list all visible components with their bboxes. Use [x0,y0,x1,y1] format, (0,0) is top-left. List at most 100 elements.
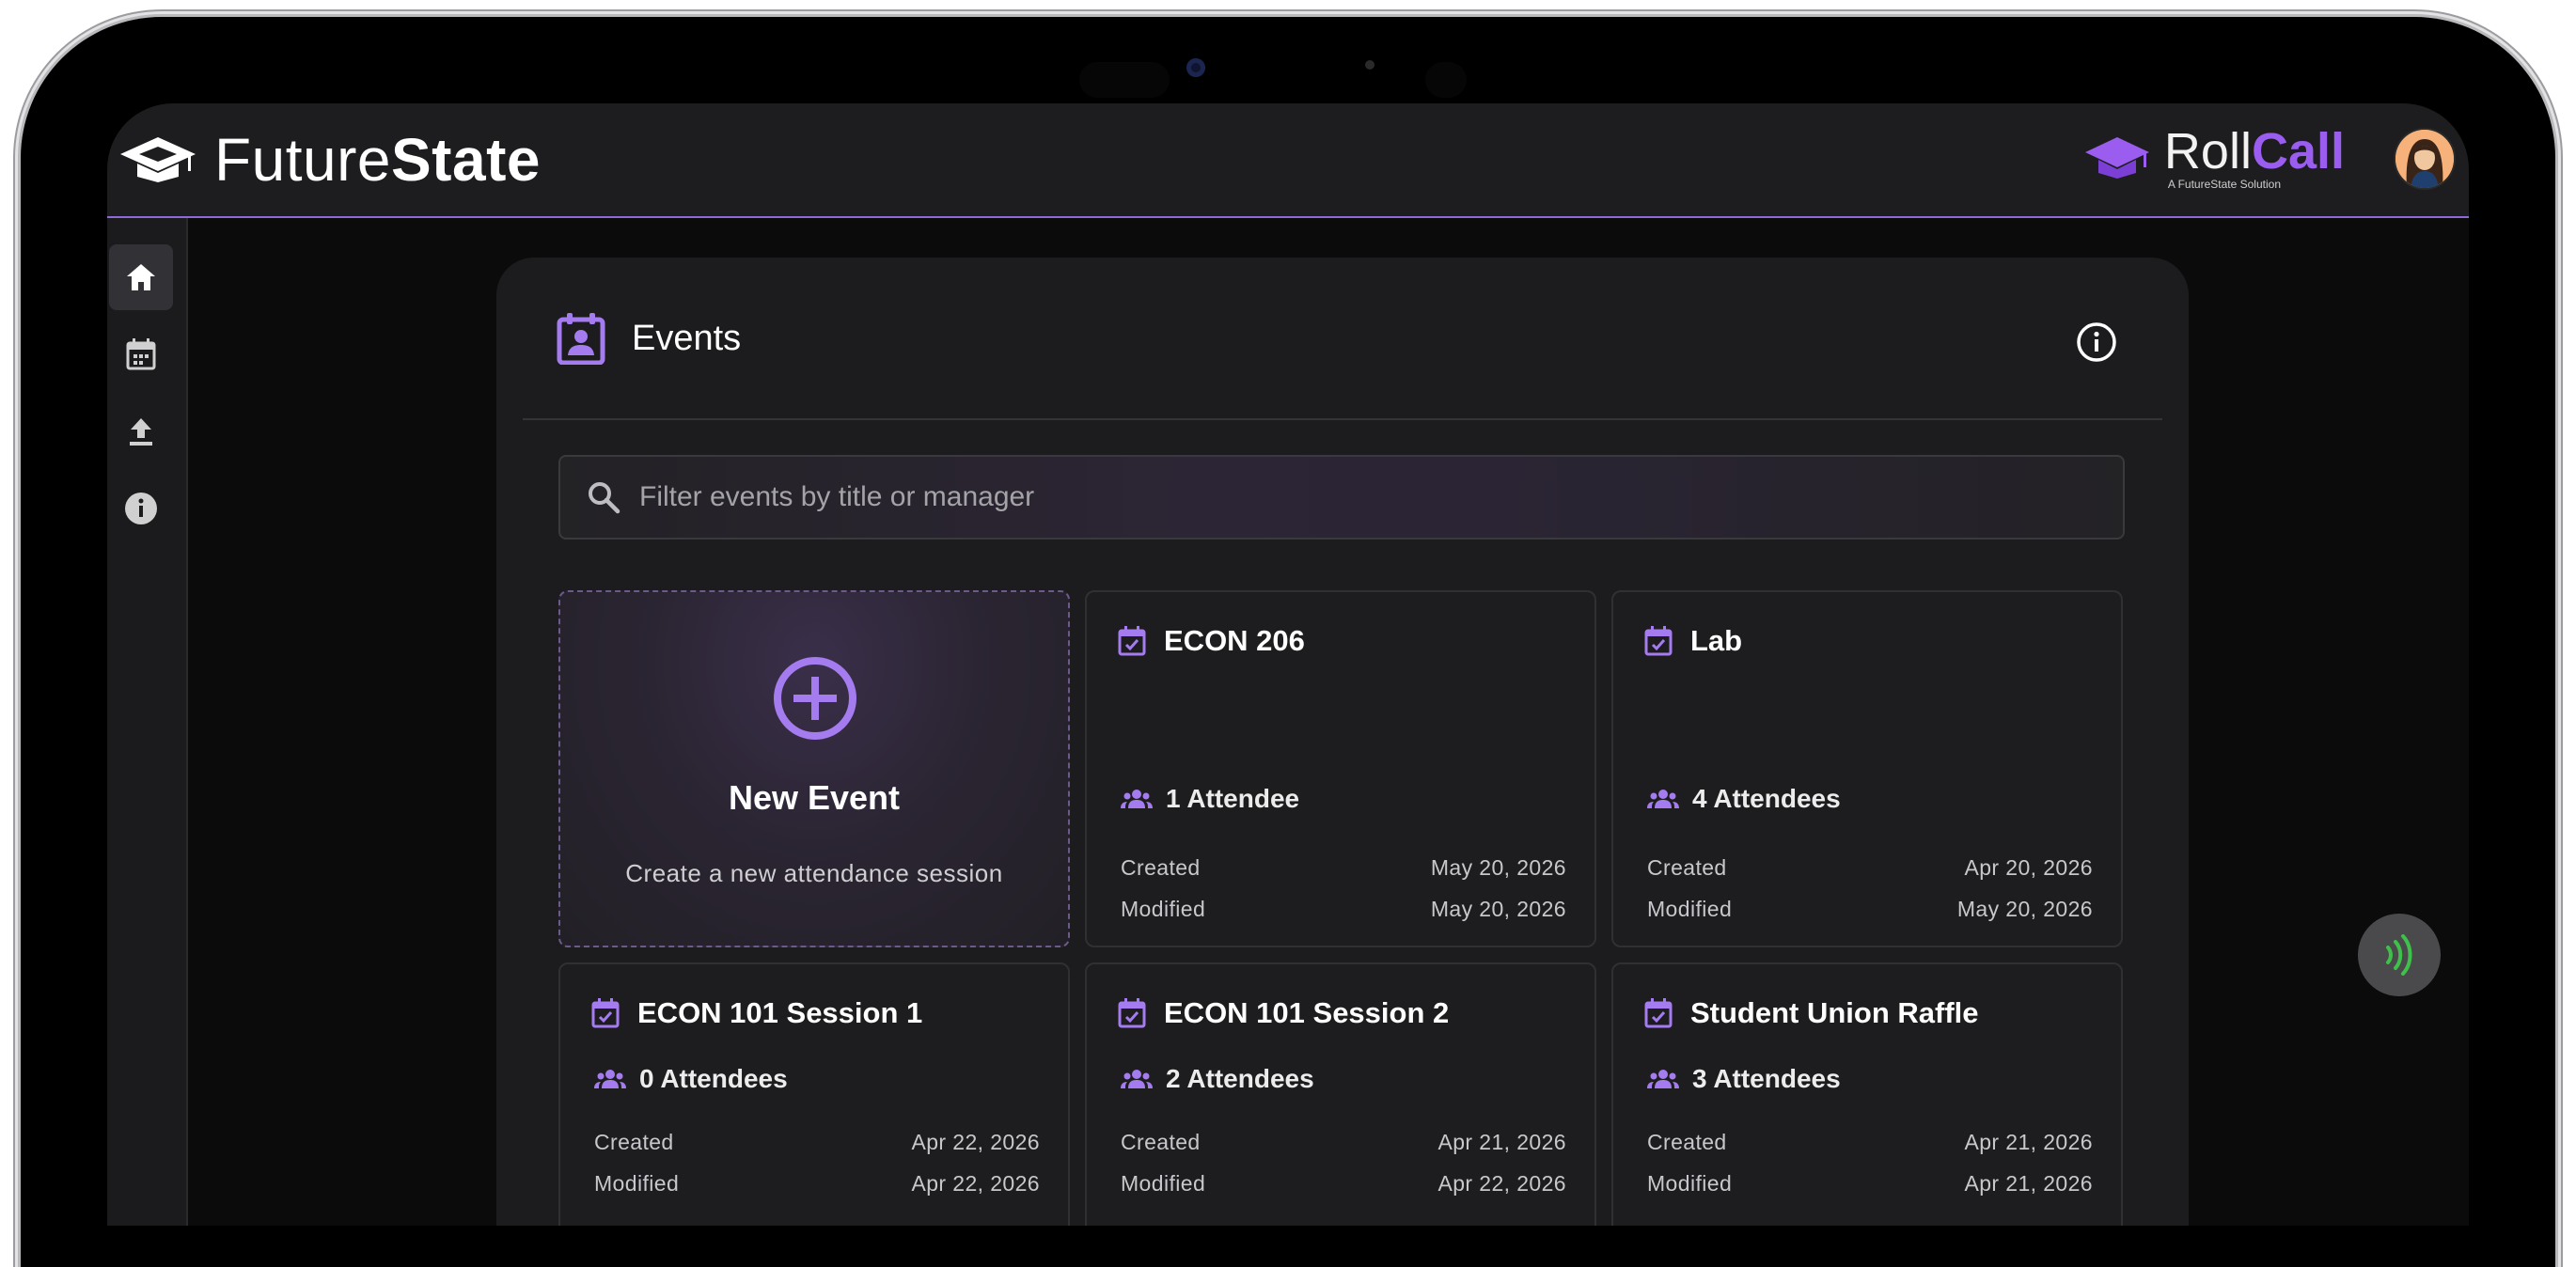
panel-header: Events [557,310,741,367]
event-title: Student Union Raffle [1690,996,1979,1029]
header-divider [523,418,2162,420]
event-card-header: ECON 101 Session 1 [590,996,922,1030]
sensor [1365,60,1374,70]
event-title: ECON 101 Session 2 [1164,996,1450,1029]
sidebar-item-calendar[interactable] [109,321,173,387]
calendar-person-icon [557,313,605,365]
created-date: Apr 21, 2026 [1964,1130,2093,1154]
modified-date: Apr 22, 2026 [911,1171,1040,1196]
created-row: Created Apr 21, 2026 [1121,1130,1566,1155]
people-icon [594,1070,626,1088]
event-card[interactable]: ECON 101 Session 1 0 Attendees Created Ap… [558,962,1070,1226]
sidebar [107,218,188,1226]
info-button[interactable] [2076,321,2117,363]
rollcall-cap-icon [2084,137,2149,179]
created-label: Created [594,1130,674,1154]
info-circle-icon [2077,322,2116,362]
modified-label: Modified [1121,897,1206,921]
modified-row: Modified May 20, 2026 [1121,897,1566,922]
modified-row: Modified Apr 22, 2026 [1121,1171,1566,1197]
search-icon [589,482,620,514]
user-avatar[interactable] [2395,130,2454,188]
sidebar-item-upload[interactable] [109,399,173,464]
modified-label: Modified [1121,1171,1206,1196]
event-card-header: ECON 206 [1117,624,1305,658]
new-event-card[interactable]: New Event Create a new attendance sessio… [558,590,1070,947]
created-row: Created May 20, 2026 [1121,855,1566,881]
sidebar-item-home[interactable] [109,244,173,310]
modified-row: Modified May 20, 2026 [1647,897,2093,922]
attendee-count: 1 Attendee [1121,784,1299,814]
sidebar-item-info[interactable] [109,476,173,541]
add-circle-icon [774,657,856,740]
modified-date: May 20, 2026 [1956,897,2093,921]
camera-lens [1186,58,1205,77]
people-icon [1121,1070,1153,1088]
modified-label: Modified [1647,1171,1733,1196]
nfc-scan-button[interactable] [2358,914,2441,996]
attendee-count-text: 2 Attendees [1166,1064,1314,1093]
event-card[interactable]: ECON 101 Session 2 2 Attendees Created Ap… [1085,962,1596,1226]
search-box[interactable] [558,455,2125,540]
device-button [216,9,320,15]
event-calendar-icon [1118,998,1146,1028]
app-screen: FutureState RollCall A FutureState Solut… [107,103,2469,1226]
event-calendar-icon [1644,998,1673,1028]
nfc-icon [2386,934,2412,976]
created-date: May 20, 2026 [1430,855,1566,880]
modified-row: Modified Apr 21, 2026 [1647,1171,2093,1197]
created-row: Created Apr 20, 2026 [1647,855,2093,881]
people-icon [1121,790,1153,808]
event-card[interactable]: Lab 4 Attendees Created Apr 20, 2026 Modi… [1611,590,2123,947]
search-input[interactable] [637,468,2123,526]
new-event-title: New Event [728,778,901,817]
page-title: Events [632,318,742,358]
people-icon [1647,1070,1679,1088]
camera-housing [1425,62,1467,98]
attendee-count: 2 Attendees [1121,1064,1314,1094]
rollcall-logo: RollCall A FutureState Solution [2083,126,2345,190]
modified-label: Modified [1647,897,1733,921]
modified-label: Modified [594,1171,680,1196]
created-row: Created Apr 22, 2026 [594,1130,1040,1155]
event-card-header: ECON 101 Session 2 [1117,996,1449,1030]
event-title: ECON 206 [1164,624,1305,657]
created-label: Created [1121,1130,1201,1154]
graduation-cap-icon [120,137,196,182]
futurestate-logo[interactable]: FutureState [118,124,541,196]
created-label: Created [1647,855,1727,880]
device-button [14,160,19,273]
people-icon [1647,790,1679,808]
attendee-count-text: 1 Attendee [1166,784,1300,813]
modified-date: Apr 22, 2026 [1437,1171,1566,1196]
event-title: ECON 101 Session 1 [637,996,923,1029]
event-card[interactable]: ECON 206 1 Attendee Created May 20, 2026 … [1085,590,1596,947]
attendee-count: 4 Attendees [1647,784,1841,814]
attendee-count-text: 0 Attendees [639,1064,788,1093]
calendar-icon [126,338,156,370]
event-calendar-icon [1644,626,1673,656]
product-name: RollCall [2163,123,2345,180]
brand-name: FutureState [214,126,541,194]
attendee-count: 3 Attendees [1647,1064,1841,1094]
attendee-count-text: 3 Attendees [1692,1064,1841,1093]
event-calendar-icon [591,998,620,1028]
attendee-count: 0 Attendees [594,1064,788,1094]
modified-date: Apr 21, 2026 [1964,1171,2093,1196]
event-card-header: Student Union Raffle [1643,996,1979,1030]
upload-icon [130,418,152,446]
created-date: Apr 20, 2026 [1964,855,2093,880]
home-icon [127,264,155,290]
device-button [338,9,442,15]
created-row: Created Apr 21, 2026 [1647,1130,2093,1155]
camera-housing [1079,62,1170,98]
product-tagline: A FutureState Solution [2167,178,2281,191]
created-label: Created [1647,1130,1727,1154]
event-calendar-icon [1118,626,1146,656]
created-date: Apr 21, 2026 [1437,1130,1566,1154]
new-event-subtitle: Create a new attendance session [625,859,1003,887]
event-title: Lab [1690,624,1743,657]
event-card-header: Lab [1643,624,1742,658]
events-panel: Events New Event Create a [496,258,2189,1226]
event-card[interactable]: Student Union Raffle 3 Attendees Created… [1611,962,2123,1226]
